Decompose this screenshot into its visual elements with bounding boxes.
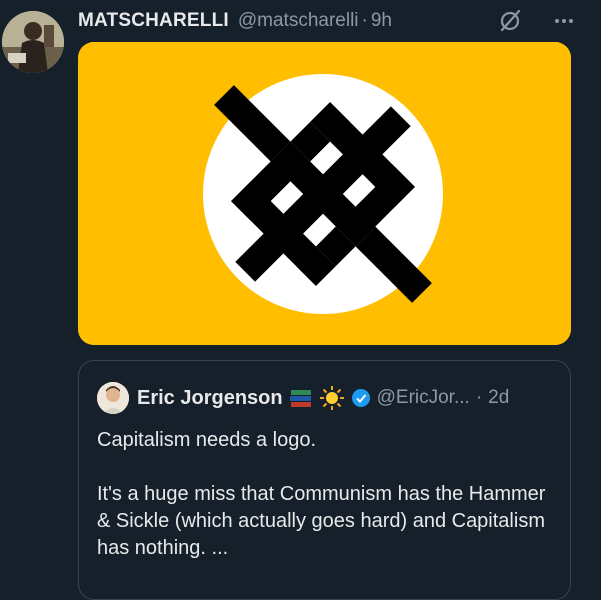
grok-icon[interactable] <box>497 8 523 34</box>
quoted-tweet-text: Capitalism needs a logo. It's a huge mis… <box>97 429 546 559</box>
quoted-author-handle[interactable]: @EricJor... <box>377 387 470 409</box>
quoted-tweet[interactable]: Eric Jorgenson @EricJor... · 2d Capitali… <box>78 360 571 600</box>
more-icon[interactable] <box>551 8 577 34</box>
verified-icon[interactable] <box>351 388 371 408</box>
quoted-tweet-header: Eric Jorgenson @EricJor... · 2d <box>97 381 560 415</box>
quoted-author-avatar[interactable] <box>97 382 129 414</box>
sun-emoji <box>319 385 345 411</box>
tweet-media-image[interactable] <box>78 42 571 345</box>
books-emoji <box>289 387 313 409</box>
author-name[interactable]: MATSCHARELLI <box>78 10 229 32</box>
separator: · <box>361 10 368 31</box>
quoted-author-name[interactable]: Eric Jorgenson <box>137 387 283 410</box>
tweet-time[interactable]: 9h <box>371 10 392 32</box>
separator: · <box>475 387 483 408</box>
author-avatar[interactable] <box>2 11 64 73</box>
quoted-tweet-time[interactable]: 2d <box>488 387 509 409</box>
author-handle[interactable]: @matscharelli <box>238 10 359 32</box>
tweet-header: MATSCHARELLI @matscharelli · 9h <box>78 6 591 36</box>
